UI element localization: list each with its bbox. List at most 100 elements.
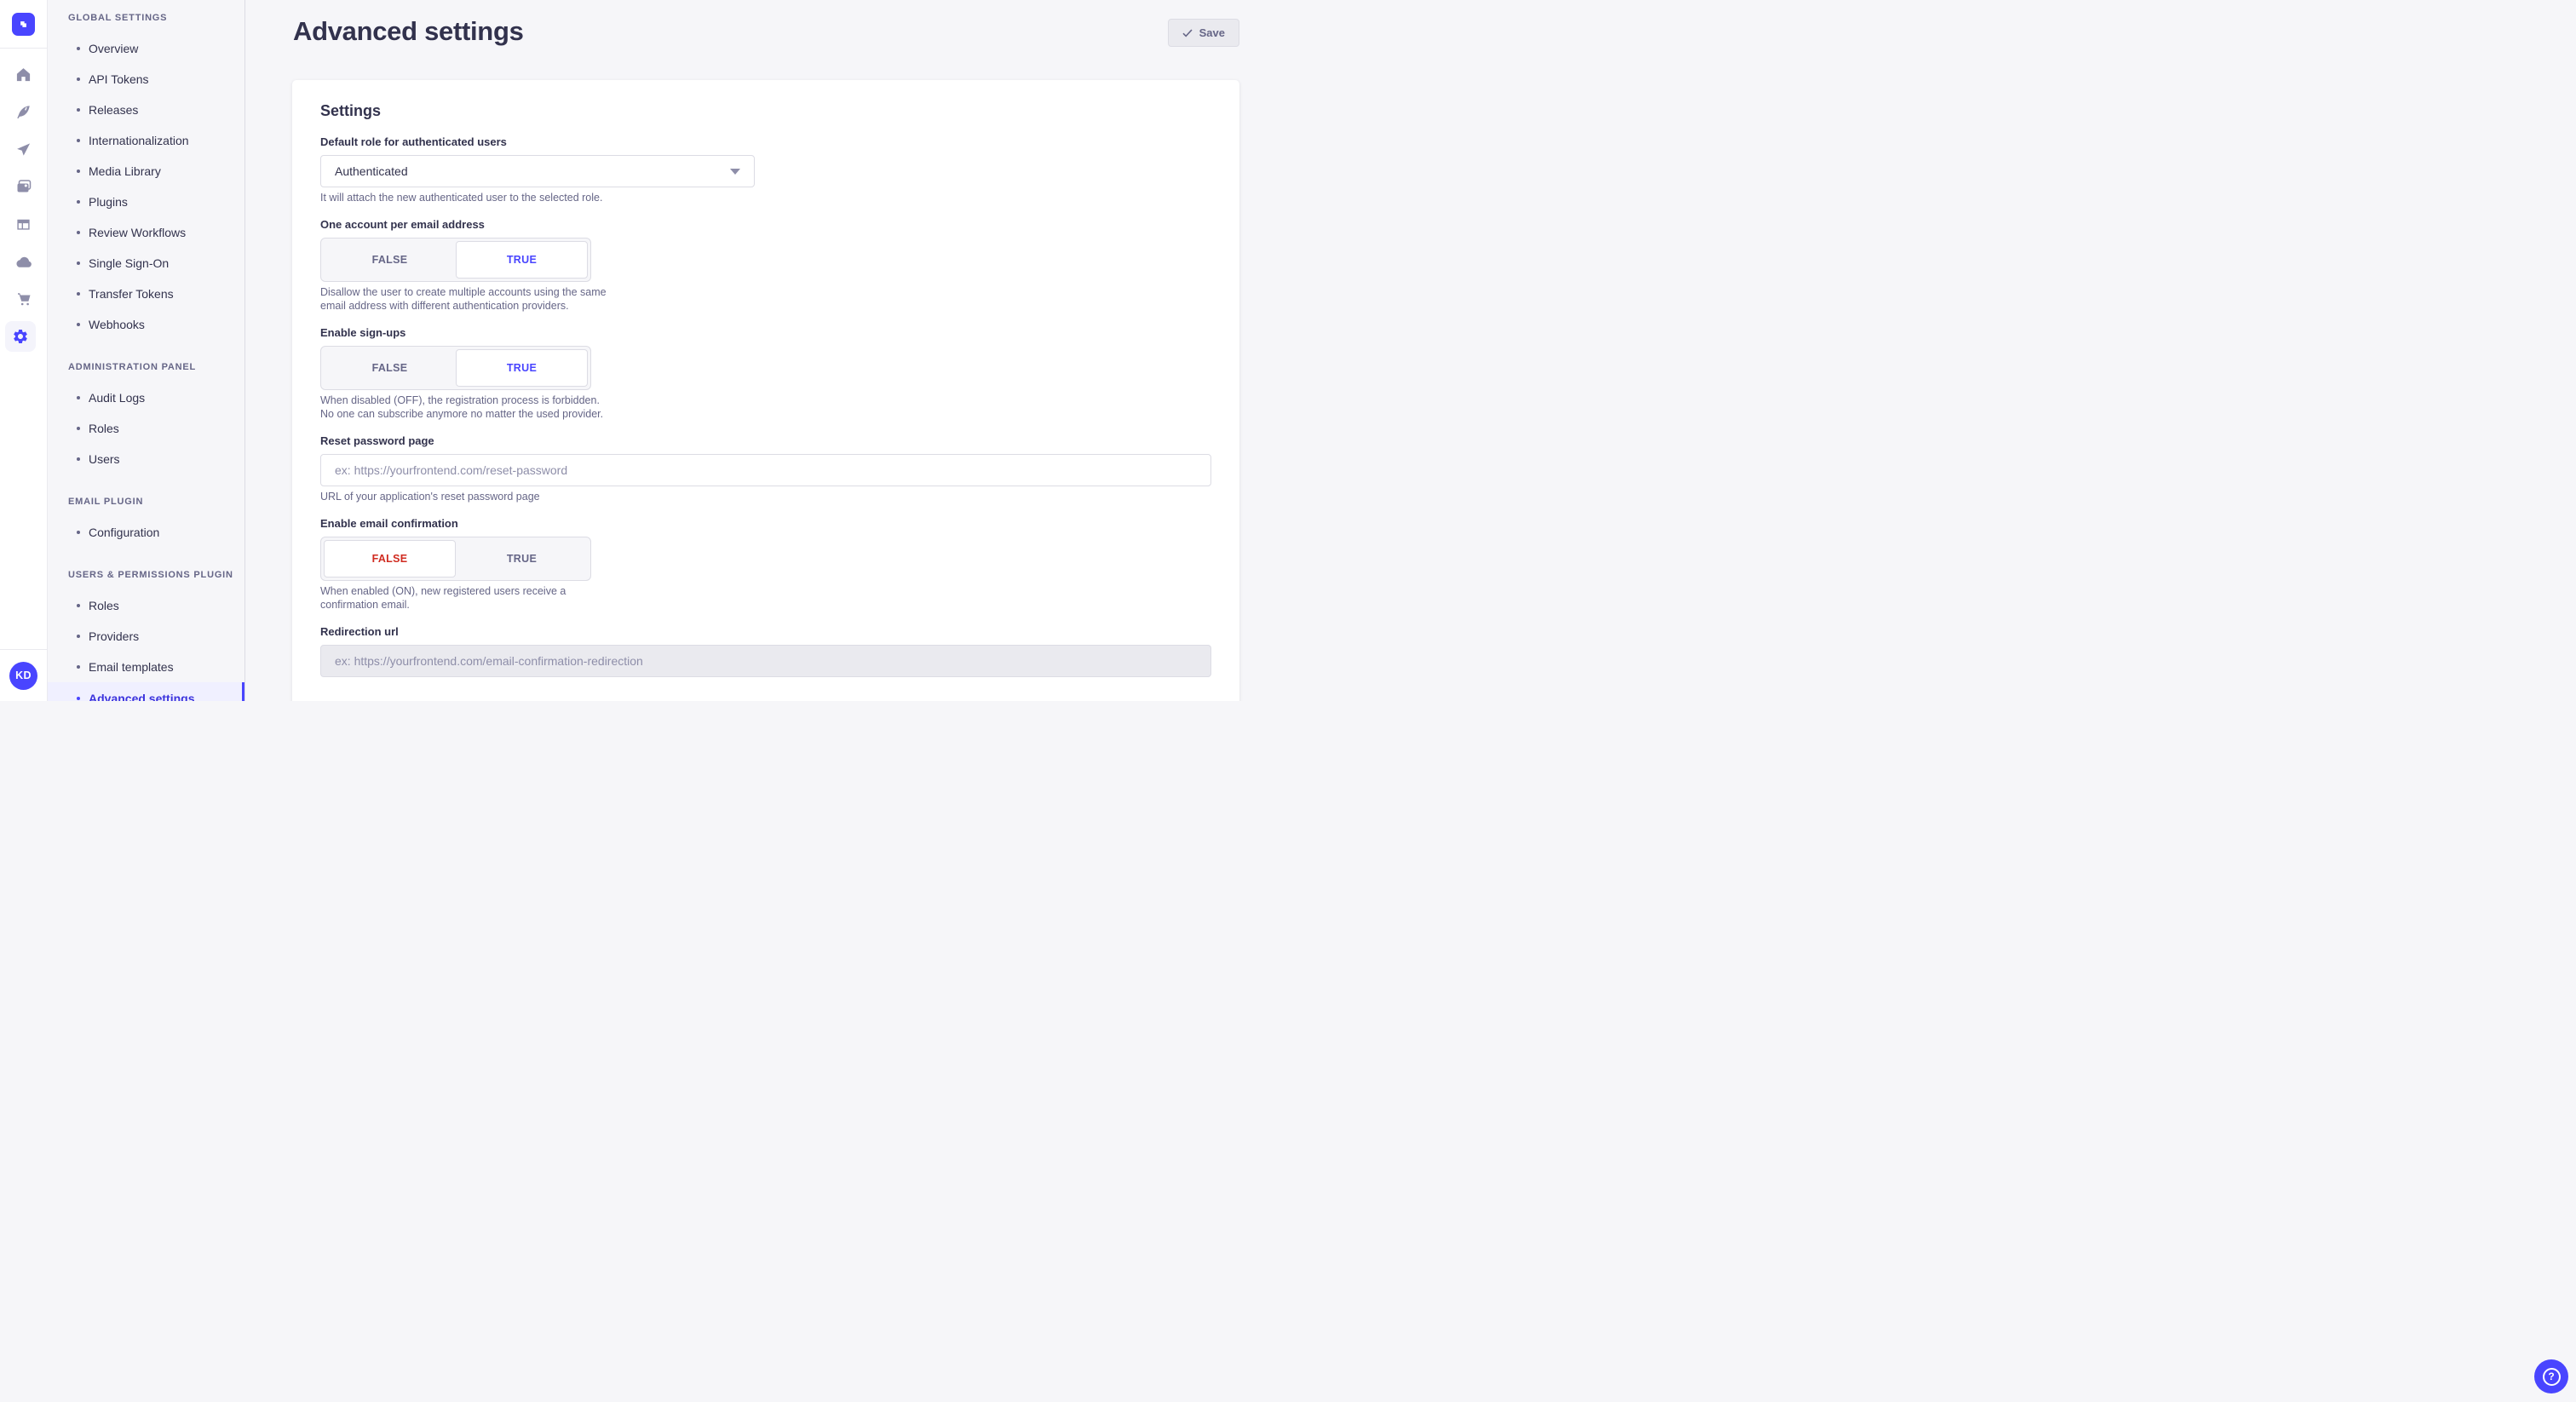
sidebar-item-label: Plugins (89, 195, 128, 209)
subnav-section-email-plugin: EMAIL PLUGIN Configuration (48, 497, 244, 548)
bullet-dot (77, 531, 80, 534)
check-icon (1182, 29, 1193, 37)
sidebar-item-media-library[interactable]: Media Library (48, 156, 244, 187)
subnav-section-administration-panel: ADMINISTRATION PANEL Audit Logs Roles Us… (48, 362, 244, 474)
save-button[interactable]: Save (1168, 19, 1239, 47)
sidebar-item-admin-users[interactable]: Users (48, 444, 244, 474)
icon-rail: KD (0, 0, 48, 701)
home-icon[interactable] (5, 55, 43, 93)
settings-gear-icon[interactable] (5, 321, 36, 352)
redirection-url-input (320, 645, 1211, 677)
sidebar-item-label: API Tokens (89, 72, 149, 86)
one-account-label: One account per email address (320, 218, 1211, 231)
save-button-label: Save (1199, 26, 1225, 39)
reset-password-input[interactable] (320, 454, 1211, 486)
default-role-value: Authenticated (335, 164, 408, 178)
sidebar-item-label: Overview (89, 42, 138, 55)
sidebar-item-admin-roles[interactable]: Roles (48, 413, 244, 444)
sidebar-item-email-templates[interactable]: Email templates (48, 652, 244, 682)
field-reset-password: Reset password page URL of your applicat… (320, 434, 1211, 503)
strapi-logo[interactable] (12, 13, 35, 36)
email-confirmation-label: Enable email confirmation (320, 517, 1211, 530)
main-content: Advanced settings Save Settings Default … (245, 0, 1288, 701)
toggle-false-option[interactable]: FALSE (324, 241, 456, 279)
section-title: USERS & PERMISSIONS PLUGIN (68, 570, 244, 580)
rail-icon-list (5, 49, 43, 649)
sidebar-item-api-tokens[interactable]: API Tokens (48, 64, 244, 95)
sidebar-item-label: Review Workflows (89, 226, 186, 239)
bullet-dot (77, 78, 80, 81)
toggle-true-option[interactable]: TRUE (456, 540, 588, 577)
sidebar-item-plugins[interactable]: Plugins (48, 187, 244, 217)
sidebar-item-releases[interactable]: Releases (48, 95, 244, 125)
redirection-url-label: Redirection url (320, 625, 1211, 638)
sidebar-item-single-sign-on[interactable]: Single Sign-On (48, 248, 244, 279)
bullet-dot (77, 323, 80, 326)
sidebar-item-label: Users (89, 452, 120, 466)
bullet-dot (77, 139, 80, 142)
field-sign-ups: Enable sign-ups FALSE TRUE When disabled… (320, 326, 1211, 421)
sidebar-item-email-configuration[interactable]: Configuration (48, 517, 244, 548)
sign-ups-label: Enable sign-ups (320, 326, 1211, 339)
sidebar-item-label: Internationalization (89, 134, 189, 147)
field-one-account: One account per email address FALSE TRUE… (320, 218, 1211, 313)
bullet-dot (77, 170, 80, 173)
question-mark-icon: ? (2543, 1368, 2561, 1386)
sign-ups-toggle[interactable]: FALSE TRUE (320, 346, 591, 390)
bullet-dot (77, 108, 80, 112)
bullet-dot (77, 427, 80, 430)
email-confirmation-toggle[interactable]: FALSE TRUE (320, 537, 591, 581)
section-title: GLOBAL SETTINGS (68, 13, 244, 23)
toggle-true-option[interactable]: TRUE (456, 241, 588, 279)
sidebar-item-advanced-settings[interactable]: Advanced settings (48, 682, 244, 701)
logo-container (0, 0, 47, 49)
sign-ups-hint: When disabled (OFF), the registration pr… (320, 394, 614, 421)
cloud-icon[interactable] (5, 243, 43, 280)
sidebar-item-label: Providers (89, 629, 139, 643)
bullet-dot (77, 396, 80, 399)
sidebar-item-webhooks[interactable]: Webhooks (48, 309, 244, 340)
sidebar-item-label: Single Sign-On (89, 256, 169, 270)
toggle-false-option[interactable]: FALSE (324, 540, 456, 577)
cart-icon[interactable] (5, 280, 43, 318)
email-confirmation-hint: When enabled (ON), new registered users … (320, 584, 614, 612)
toggle-false-option[interactable]: FALSE (324, 349, 456, 387)
field-default-role: Default role for authenticated users Aut… (320, 135, 1211, 204)
sidebar-item-label: Releases (89, 103, 138, 117)
sidebar-item-label: Roles (89, 422, 119, 435)
settings-subnav: GLOBAL SETTINGS Overview API Tokens Rele… (48, 0, 245, 701)
bullet-dot (77, 261, 80, 265)
toggle-true-option[interactable]: TRUE (456, 349, 588, 387)
settings-card: Settings Default role for authenticated … (292, 80, 1239, 701)
sidebar-item-transfer-tokens[interactable]: Transfer Tokens (48, 279, 244, 309)
sidebar-item-review-workflows[interactable]: Review Workflows (48, 217, 244, 248)
media-library-icon[interactable] (5, 168, 43, 205)
sidebar-item-audit-logs[interactable]: Audit Logs (48, 382, 244, 413)
sidebar-item-label: Transfer Tokens (89, 287, 174, 301)
field-redirection-url: Redirection url (320, 625, 1211, 677)
bullet-dot (77, 292, 80, 296)
layout-icon[interactable] (5, 205, 43, 243)
user-avatar[interactable]: KD (9, 662, 37, 690)
bullet-dot (77, 47, 80, 50)
help-button[interactable]: ? (2534, 1359, 2568, 1393)
reset-password-label: Reset password page (320, 434, 1211, 447)
default-role-select[interactable]: Authenticated (320, 155, 755, 187)
field-email-confirmation: Enable email confirmation FALSE TRUE Whe… (320, 517, 1211, 612)
page-title: Advanced settings (293, 17, 524, 46)
sidebar-item-internationalization[interactable]: Internationalization (48, 125, 244, 156)
sidebar-item-label: Roles (89, 599, 119, 612)
bullet-dot (77, 200, 80, 204)
paper-plane-icon[interactable] (5, 130, 43, 168)
bullet-dot (77, 231, 80, 234)
default-role-label: Default role for authenticated users (320, 135, 1211, 148)
sidebar-item-label: Configuration (89, 526, 159, 539)
section-title: EMAIL PLUGIN (68, 497, 244, 507)
sidebar-item-up-roles[interactable]: Roles (48, 590, 244, 621)
avatar-container: KD (0, 649, 47, 701)
reset-password-hint: URL of your application's reset password… (320, 490, 1211, 503)
one-account-toggle[interactable]: FALSE TRUE (320, 238, 591, 282)
sidebar-item-providers[interactable]: Providers (48, 621, 244, 652)
feather-icon[interactable] (5, 93, 43, 130)
sidebar-item-overview[interactable]: Overview (48, 33, 244, 64)
